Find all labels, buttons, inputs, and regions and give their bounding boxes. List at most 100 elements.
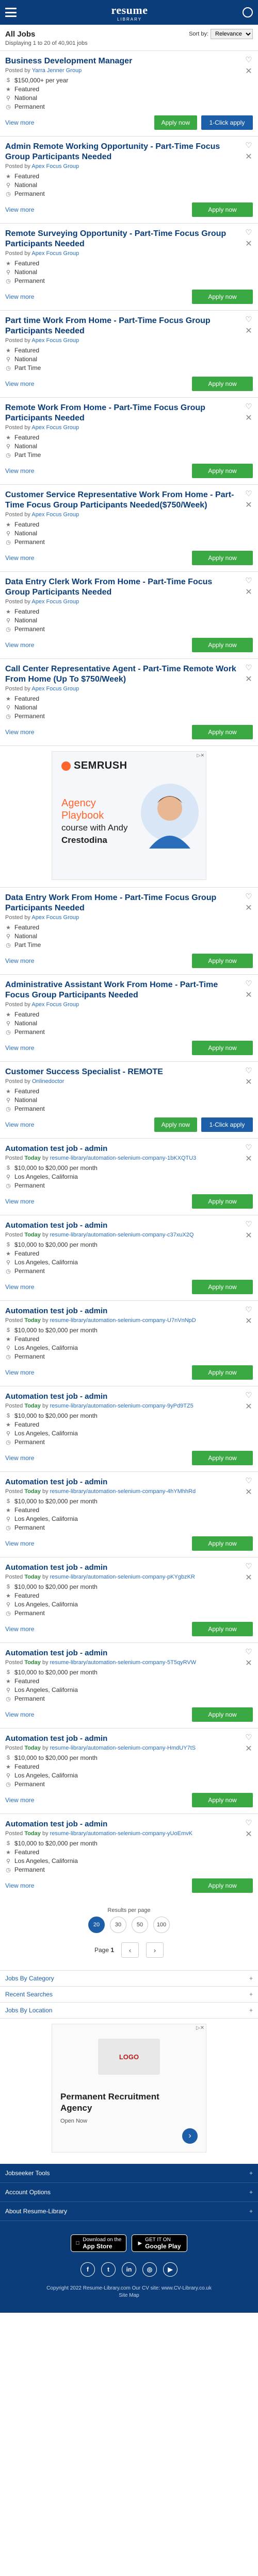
youtube-icon[interactable]: ▶ [163,2262,178,2277]
dismiss-close-icon[interactable]: ✕ [245,240,253,248]
job-title-link[interactable]: Automation test job - admin [5,1221,253,1231]
recruitment-ad[interactable]: ▷✕ LOGO Permanent Recruitment Agency Open… [52,2024,206,2153]
apply-now-button[interactable]: Apply now [192,464,253,478]
job-title-link[interactable]: Automation test job - admin [5,1392,253,1402]
save-heart-icon[interactable]: ♡ [245,1477,253,1485]
dismiss-close-icon[interactable]: ✕ [245,1574,253,1582]
apply-now-button[interactable]: Apply now [192,1793,253,1807]
job-title-link[interactable]: Automation test job - admin [5,1477,253,1487]
dismiss-close-icon[interactable]: ✕ [245,991,253,999]
job-title-link[interactable]: Data Entry Clerk Work From Home - Part-T… [5,577,253,598]
google-play-button[interactable]: ▶ GET IT ON Google Play [132,2234,187,2252]
apply-now-button[interactable]: Apply now [192,377,253,391]
job-title-link[interactable]: Part time Work From Home - Part-Time Foc… [5,316,253,336]
company-link[interactable]: resume-library/automation-selenium-compa… [50,1232,194,1238]
job-title-link[interactable]: Data Entry Work From Home - Part-Time Fo… [5,893,253,913]
dismiss-close-icon[interactable]: ✕ [245,1078,253,1087]
app-store-button[interactable]:  Download on theApp Store [71,2234,126,2252]
view-more-link[interactable]: View more [5,641,34,649]
dismiss-close-icon[interactable]: ✕ [245,153,253,161]
sitemap-link[interactable]: Site Map [119,2293,139,2298]
dismiss-close-icon[interactable]: ✕ [245,414,253,422]
ad-arrow-button[interactable]: › [182,2128,198,2144]
company-link[interactable]: resume-library/automation-selenium-compa… [50,1574,195,1580]
company-link[interactable]: Yarra Jenner Group [32,67,82,74]
facebook-icon[interactable]: f [80,2262,95,2277]
company-link[interactable]: resume-library/automation-selenium-compa… [50,1403,194,1409]
view-more-link[interactable]: View more [5,1121,34,1128]
view-more-link[interactable]: View more [5,380,34,387]
dismiss-close-icon[interactable]: ✕ [245,327,253,335]
apply-now-button[interactable]: Apply now [192,1878,253,1893]
dismiss-close-icon[interactable]: ✕ [245,1659,253,1668]
company-link[interactable]: Apex Focus Group [31,686,79,692]
view-more-link[interactable]: View more [5,206,34,213]
job-title-link[interactable]: Automation test job - admin [5,1144,253,1154]
apply-now-button[interactable]: Apply now [192,202,253,217]
save-heart-icon[interactable]: ♡ [245,664,253,672]
view-more-link[interactable]: View more [5,1797,34,1804]
apply-now-button[interactable]: Apply now [192,290,253,304]
rpp-option[interactable]: 20 [88,1917,105,1933]
prev-page-button[interactable]: ‹ [121,1942,139,1958]
sort-select[interactable]: Relevance [211,29,253,39]
job-title-link[interactable]: Business Development Manager [5,56,253,66]
apply-now-button[interactable]: Apply now [192,1451,253,1465]
view-more-link[interactable]: View more [5,1369,34,1376]
view-more-link[interactable]: View more [5,293,34,300]
apply-now-button[interactable]: Apply now [192,551,253,565]
job-title-link[interactable]: Remote Work From Home - Part-Time Focus … [5,403,253,423]
semrush-ad[interactable]: ▷✕ SEMRUSH Agency Playbook course with An… [52,751,206,880]
accordion-item[interactable]: Recent Searches + [0,1987,258,2003]
view-more-link[interactable]: View more [5,1454,34,1462]
job-title-link[interactable]: Customer Success Specialist - REMOTE [5,1067,253,1077]
view-more-link[interactable]: View more [5,1711,34,1718]
company-link[interactable]: Apex Focus Group [31,163,79,170]
apply-now-button[interactable]: Apply now [192,1707,253,1722]
job-title-link[interactable]: Automation test job - admin [5,1306,253,1316]
apply-now-button[interactable]: Apply now [192,954,253,968]
apply-now-button[interactable]: Apply now [192,725,253,739]
company-link[interactable]: Onlinedoctor [32,1078,64,1084]
dismiss-close-icon[interactable]: ✕ [245,1232,253,1240]
apply-now-button[interactable]: Apply now [154,115,197,130]
company-link[interactable]: resume-library/automation-selenium-compa… [50,1745,196,1751]
apply-now-button[interactable]: Apply now [192,1194,253,1209]
save-heart-icon[interactable]: ♡ [245,1067,253,1075]
adchoices-icon[interactable]: ▷✕ [197,753,204,758]
apply-now-button[interactable]: Apply now [192,1365,253,1380]
dismiss-close-icon[interactable]: ✕ [245,675,253,684]
company-link[interactable]: Apex Focus Group [31,425,79,431]
view-more-link[interactable]: View more [5,1540,34,1547]
dismiss-close-icon[interactable]: ✕ [245,1488,253,1497]
save-heart-icon[interactable]: ♡ [245,1563,253,1571]
job-title-link[interactable]: Admin Remote Working Opportunity - Part-… [5,142,253,162]
save-heart-icon[interactable]: ♡ [245,1306,253,1314]
job-title-link[interactable]: Automation test job - admin [5,1563,253,1573]
view-more-link[interactable]: View more [5,1198,34,1205]
footer-accordion-item[interactable]: Jobseeker Tools + [0,2164,258,2183]
adchoices-icon[interactable]: ▷✕ [196,2025,204,2031]
save-heart-icon[interactable]: ♡ [245,403,253,411]
save-heart-icon[interactable]: ♡ [245,316,253,324]
view-more-link[interactable]: View more [5,467,34,474]
dismiss-close-icon[interactable]: ✕ [245,1403,253,1411]
job-title-link[interactable]: Automation test job - admin [5,1819,253,1829]
dismiss-close-icon[interactable]: ✕ [245,1831,253,1839]
hamburger-menu-icon[interactable] [5,8,17,17]
rpp-option[interactable]: 100 [153,1917,170,1933]
job-title-link[interactable]: Automation test job - admin [5,1734,253,1744]
job-title-link[interactable]: Administrative Assistant Work From Home … [5,980,253,1001]
save-heart-icon[interactable]: ♡ [245,56,253,64]
one-click-apply-button[interactable]: 1-Click apply [201,1117,253,1132]
dismiss-close-icon[interactable]: ✕ [245,67,253,76]
footer-accordion-item[interactable]: About Resume-Library + [0,2202,258,2221]
save-heart-icon[interactable]: ♡ [245,577,253,585]
twitter-icon[interactable]: t [101,2262,116,2277]
accordion-item[interactable]: Jobs By Category + [0,1971,258,1987]
dismiss-close-icon[interactable]: ✕ [245,1155,253,1163]
save-heart-icon[interactable]: ♡ [245,1144,253,1152]
save-heart-icon[interactable]: ♡ [245,1392,253,1400]
dismiss-close-icon[interactable]: ✕ [245,904,253,912]
save-heart-icon[interactable]: ♡ [245,229,253,237]
